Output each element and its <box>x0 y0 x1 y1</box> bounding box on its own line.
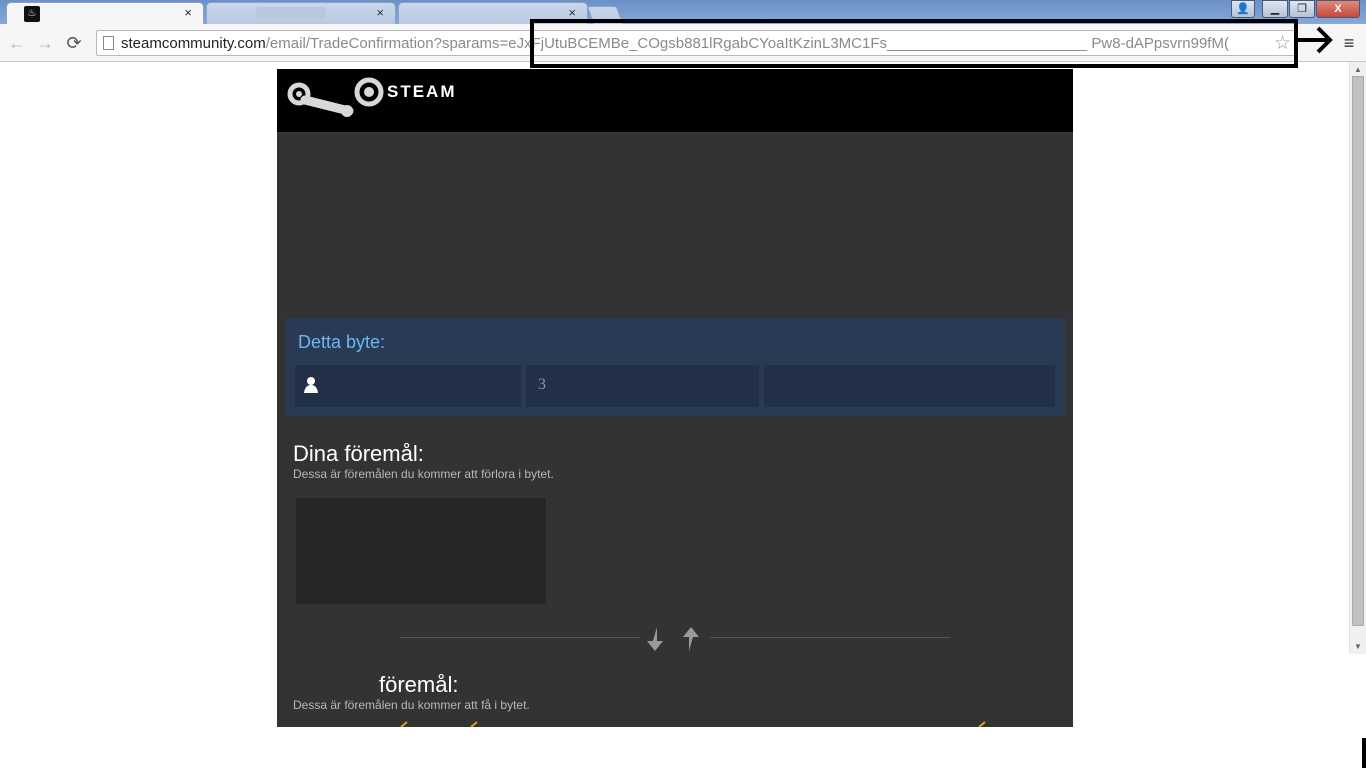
page-scrollbar[interactable]: ▲ ▼ <box>1349 62 1366 654</box>
tab-close-icon[interactable]: × <box>184 5 192 20</box>
tab-active[interactable]: ♨ × <box>6 2 204 24</box>
user-icon <box>304 377 318 393</box>
minimize-button[interactable]: ▁ <box>1262 0 1288 18</box>
arrow-down-icon <box>647 627 663 651</box>
restore-button[interactable]: ❐ <box>1289 0 1315 18</box>
their-items-description: Dessa är föremålen du kommer att få i by… <box>293 698 530 712</box>
annotation-box <box>530 19 1298 68</box>
user-icon[interactable]: 👤 <box>1231 0 1255 18</box>
trade-partner-cell <box>295 365 521 407</box>
trade-summary: Detta byte: 3 <box>285 318 1065 416</box>
forward-button[interactable]: → <box>34 32 56 54</box>
divider-left <box>400 637 640 638</box>
divider-right <box>710 637 950 638</box>
tab-close-icon[interactable]: × <box>376 5 384 20</box>
window-controls: 👤 ▁ ❐ X <box>1230 0 1360 18</box>
steam-header: STEAM <box>277 69 1073 133</box>
your-items-title: Dina föremål: <box>293 441 424 466</box>
scroll-down-icon[interactable]: ▼ <box>1354 642 1362 651</box>
url-host: steamcommunity.com <box>121 35 266 52</box>
corner-mark <box>1362 738 1366 768</box>
scroll-thumb[interactable] <box>1352 76 1364 626</box>
arrow-up-icon <box>683 627 699 651</box>
item-border-fragments <box>400 721 986 727</box>
steam-icon: ♨ <box>24 6 40 22</box>
their-items-title: föremål: <box>379 672 459 697</box>
your-items-box <box>296 498 546 604</box>
tab-close-icon[interactable]: × <box>568 5 576 20</box>
reload-button[interactable]: ⟳ <box>63 32 85 54</box>
trade-info-cell: 3 <box>526 365 759 407</box>
tab-title-blurred <box>256 7 326 19</box>
scroll-up-icon[interactable]: ▲ <box>1354 65 1362 74</box>
back-button[interactable]: ← <box>6 32 28 54</box>
page-icon <box>103 36 114 50</box>
tab-inactive-1[interactable]: × <box>206 2 396 24</box>
close-window-button[interactable]: X <box>1316 0 1360 18</box>
trade-info-cell-2 <box>764 365 1055 407</box>
trade-title: Detta byte: <box>298 332 386 352</box>
steam-page: STEAM Detta byte: 3 Dina föremål: Dessa … <box>277 69 1073 727</box>
menu-icon[interactable]: ≡ <box>1340 33 1358 53</box>
annotation-arrow-icon <box>1298 26 1333 54</box>
trade-cell-value: 3 <box>538 376 546 393</box>
steam-wordmark: STEAM <box>387 82 457 101</box>
your-items-description: Dessa är föremålen du kommer att förlora… <box>293 467 554 481</box>
